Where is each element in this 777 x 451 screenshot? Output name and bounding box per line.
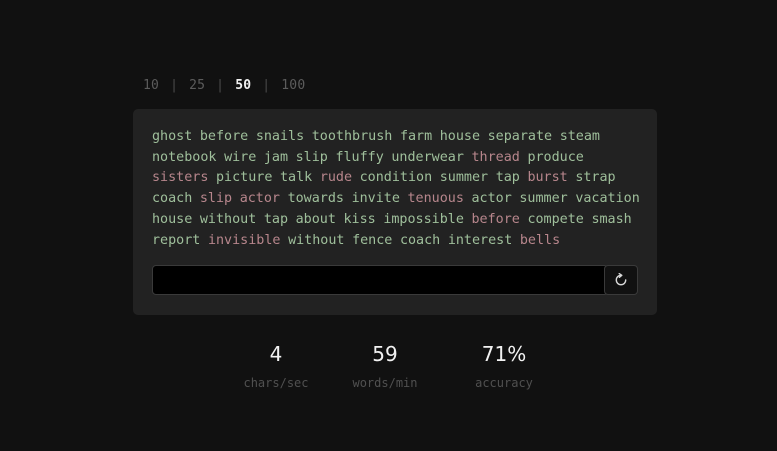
passage-word: toothbrush: [311, 129, 393, 144]
passage-word: invisible: [207, 232, 281, 248]
passage-word: towards: [287, 191, 344, 207]
passage-word: produce: [527, 149, 584, 165]
passage-word: invite: [351, 191, 400, 207]
separator: |: [216, 78, 225, 93]
passage-word: coach: [399, 232, 441, 248]
passage-word: thread: [471, 149, 520, 165]
passage-word: about: [295, 211, 336, 227]
word-count-option-50[interactable]: 50: [235, 78, 251, 93]
typing-input[interactable]: [152, 265, 608, 295]
stat-value: 4: [269, 342, 283, 366]
passage-word: picture: [216, 170, 273, 186]
passage-word: without: [199, 211, 257, 227]
passage-word: underwear: [391, 149, 464, 165]
reset-button[interactable]: [604, 265, 638, 295]
passage-word: house: [152, 211, 193, 227]
passage-word: ghost: [152, 129, 193, 144]
separator: |: [170, 78, 179, 93]
passage-word: bells: [519, 232, 561, 248]
passage-word: actor: [239, 191, 280, 207]
stat-value: 59: [372, 342, 398, 366]
passage-word: condition: [359, 170, 433, 186]
passage-word: farm: [399, 129, 433, 144]
passage-word: report: [152, 232, 201, 248]
passage-word: jam: [263, 149, 289, 165]
reset-icon: [615, 273, 627, 286]
passage-word: summer: [519, 191, 568, 207]
passage-word: slip: [199, 191, 233, 207]
passage-word: tap: [495, 170, 520, 186]
separator: |: [262, 78, 271, 93]
stat-words-per-min: 59 words/min: [345, 340, 425, 390]
passage-word: snails: [255, 129, 305, 144]
passage-word: compete: [527, 211, 584, 227]
stat-label: words/min: [352, 376, 418, 390]
passage-word: rude: [319, 170, 353, 186]
passage-word: kiss: [343, 211, 376, 227]
passage-word: actor: [471, 191, 512, 207]
passage-word: wire: [224, 149, 257, 165]
word-count-selector: 10 | 25 | 50 | 100: [143, 78, 305, 93]
passage-word: interest: [447, 232, 513, 248]
passage-word: fluffy: [335, 149, 384, 165]
passage-word: house: [439, 129, 481, 144]
word-count-option-25[interactable]: 25: [189, 78, 205, 93]
passage-word: without: [288, 232, 345, 248]
passage-word: before: [471, 211, 520, 227]
passage-word: notebook: [152, 149, 217, 165]
passage-word: strap: [575, 170, 616, 186]
passage-word: before: [199, 129, 249, 144]
stat-chars-per-sec: 4 chars/sec: [236, 340, 316, 390]
passage-word: summer: [439, 170, 489, 186]
passage-word: sisters: [152, 170, 209, 186]
stat-label: chars/sec: [243, 376, 309, 390]
passage-word: tap: [263, 211, 289, 227]
stat-value: 71%: [481, 342, 527, 366]
passage-word: vacation: [575, 191, 640, 207]
word-count-option-100[interactable]: 100: [281, 78, 305, 93]
passage-word: slip: [295, 149, 328, 165]
passage-word: steam: [559, 129, 600, 144]
passage-word: talk: [280, 170, 313, 186]
typing-panel: ghost before snails toothbrush farm hous…: [133, 109, 657, 315]
passage-word: coach: [152, 191, 193, 207]
passage-word: burst: [527, 170, 568, 186]
passage-word: separate: [487, 129, 553, 144]
passage-word: impossible: [383, 211, 464, 227]
passage-word: tenuous: [407, 191, 464, 207]
passage-word: fence: [352, 232, 393, 248]
passage-word: smash: [591, 211, 632, 227]
stat-accuracy: 71% accuracy: [464, 340, 544, 390]
stat-label: accuracy: [475, 376, 533, 390]
word-passage: ghost before snails toothbrush farm hous…: [152, 127, 644, 251]
typing-test-page: 10 | 25 | 50 | 100 ghost before snails t…: [0, 0, 777, 451]
word-count-option-10[interactable]: 10: [143, 78, 159, 93]
